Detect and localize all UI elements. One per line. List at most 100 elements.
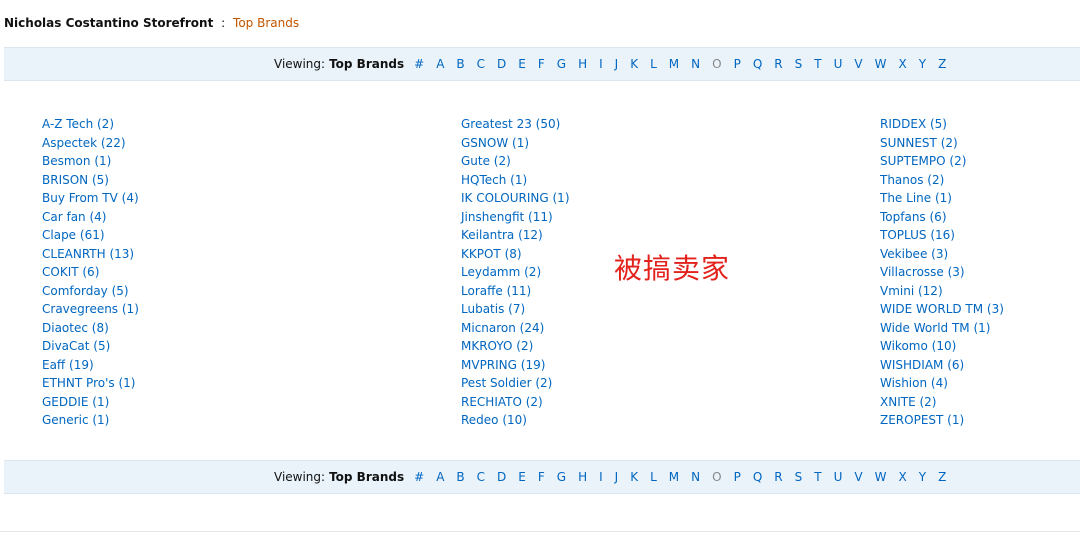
letter-link-k[interactable]: K <box>630 57 638 71</box>
brand-link[interactable]: WISHDIAM (6) <box>880 356 1004 375</box>
letter-link-f[interactable]: F <box>538 57 545 71</box>
letter-link-c[interactable]: C <box>477 57 485 71</box>
breadcrumb-current-link[interactable]: Top Brands <box>233 16 299 30</box>
brand-link[interactable]: Villacrosse (3) <box>880 263 1004 282</box>
brand-link[interactable]: Gute (2) <box>461 152 570 171</box>
letter-link-e[interactable]: E <box>518 470 526 484</box>
letter-link-t[interactable]: T <box>814 470 821 484</box>
letter-link-b[interactable]: B <box>456 57 464 71</box>
letter-link-w[interactable]: W <box>875 57 887 71</box>
brand-link[interactable]: Generic (1) <box>42 411 139 430</box>
brand-link[interactable]: COKIT (6) <box>42 263 139 282</box>
letter-link-hash[interactable]: # <box>414 57 424 71</box>
brand-link[interactable]: ETHNT Pro's (1) <box>42 374 139 393</box>
letter-link-u[interactable]: U <box>834 470 843 484</box>
letter-link-z[interactable]: Z <box>938 470 946 484</box>
brand-link[interactable]: KKPOT (8) <box>461 245 570 264</box>
brand-link[interactable]: Aspectek (22) <box>42 134 139 153</box>
brand-link[interactable]: DivaCat (5) <box>42 337 139 356</box>
letter-link-m[interactable]: M <box>669 57 679 71</box>
brand-link[interactable]: Pest Soldier (2) <box>461 374 570 393</box>
letter-link-r[interactable]: R <box>774 57 782 71</box>
letter-link-n[interactable]: N <box>691 470 700 484</box>
letter-link-x[interactable]: X <box>898 470 906 484</box>
letter-link-q[interactable]: Q <box>753 470 762 484</box>
letter-link-y[interactable]: Y <box>919 57 926 71</box>
letter-link-l[interactable]: L <box>650 57 657 71</box>
brand-link[interactable]: SUPTEMPO (2) <box>880 152 1004 171</box>
brand-link[interactable]: Vmini (12) <box>880 282 1004 301</box>
brand-link[interactable]: A-Z Tech (2) <box>42 115 139 134</box>
letter-link-m[interactable]: M <box>669 470 679 484</box>
letter-link-h[interactable]: H <box>578 470 587 484</box>
letter-link-g[interactable]: G <box>557 470 566 484</box>
brand-link[interactable]: Keilantra (12) <box>461 226 570 245</box>
brand-link[interactable]: Eaff (19) <box>42 356 139 375</box>
letter-link-r[interactable]: R <box>774 470 782 484</box>
letter-link-hash[interactable]: # <box>414 470 424 484</box>
letter-link-n[interactable]: N <box>691 57 700 71</box>
letter-link-e[interactable]: E <box>518 57 526 71</box>
brand-link[interactable]: BRISON (5) <box>42 171 139 190</box>
brand-link[interactable]: Redeo (10) <box>461 411 570 430</box>
letter-link-k[interactable]: K <box>630 470 638 484</box>
letter-link-j[interactable]: J <box>615 470 619 484</box>
letter-link-p[interactable]: P <box>734 470 741 484</box>
brand-link[interactable]: MKROYO (2) <box>461 337 570 356</box>
letter-link-x[interactable]: X <box>898 57 906 71</box>
letter-link-v[interactable]: V <box>854 57 862 71</box>
brand-link[interactable]: IK COLOURING (1) <box>461 189 570 208</box>
letter-link-g[interactable]: G <box>557 57 566 71</box>
brand-link[interactable]: RIDDEX (5) <box>880 115 1004 134</box>
brand-link[interactable]: GSNOW (1) <box>461 134 570 153</box>
brand-link[interactable]: Topfans (6) <box>880 208 1004 227</box>
brand-link[interactable]: Greatest 23 (50) <box>461 115 570 134</box>
letter-link-f[interactable]: F <box>538 470 545 484</box>
brand-link[interactable]: Leydamm (2) <box>461 263 570 282</box>
brand-link[interactable]: Wishion (4) <box>880 374 1004 393</box>
brand-link[interactable]: Diaotec (8) <box>42 319 139 338</box>
brand-link[interactable]: MVPRING (19) <box>461 356 570 375</box>
letter-link-c[interactable]: C <box>477 470 485 484</box>
brand-link[interactable]: WIDE WORLD TM (3) <box>880 300 1004 319</box>
brand-link[interactable]: Comforday (5) <box>42 282 139 301</box>
brand-link[interactable]: Micnaron (24) <box>461 319 570 338</box>
letter-link-j[interactable]: J <box>615 57 619 71</box>
brand-link[interactable]: RECHIATO (2) <box>461 393 570 412</box>
brand-link[interactable]: Car fan (4) <box>42 208 139 227</box>
letter-link-p[interactable]: P <box>734 57 741 71</box>
letter-link-y[interactable]: Y <box>919 470 926 484</box>
brand-link[interactable]: Vekibee (3) <box>880 245 1004 264</box>
letter-link-s[interactable]: S <box>795 57 803 71</box>
brand-link[interactable]: GEDDIE (1) <box>42 393 139 412</box>
brand-link[interactable]: Clape (61) <box>42 226 139 245</box>
letter-link-h[interactable]: H <box>578 57 587 71</box>
brand-link[interactable]: Buy From TV (4) <box>42 189 139 208</box>
letter-link-z[interactable]: Z <box>938 57 946 71</box>
brand-link[interactable]: Wikomo (10) <box>880 337 1004 356</box>
letter-link-w[interactable]: W <box>875 470 887 484</box>
letter-link-s[interactable]: S <box>795 470 803 484</box>
letter-link-i[interactable]: I <box>599 470 603 484</box>
brand-link[interactable]: Thanos (2) <box>880 171 1004 190</box>
brand-link[interactable]: Besmon (1) <box>42 152 139 171</box>
letter-link-l[interactable]: L <box>650 470 657 484</box>
letter-link-a[interactable]: A <box>436 470 444 484</box>
letter-link-d[interactable]: D <box>497 470 506 484</box>
letter-link-t[interactable]: T <box>814 57 821 71</box>
letter-link-q[interactable]: Q <box>753 57 762 71</box>
brand-link[interactable]: Jinshengfit (11) <box>461 208 570 227</box>
brand-link[interactable]: SUNNEST (2) <box>880 134 1004 153</box>
brand-link[interactable]: Loraffe (11) <box>461 282 570 301</box>
letter-link-i[interactable]: I <box>599 57 603 71</box>
letter-link-d[interactable]: D <box>497 57 506 71</box>
brand-link[interactable]: Cravegreens (1) <box>42 300 139 319</box>
brand-link[interactable]: XNITE (2) <box>880 393 1004 412</box>
brand-link[interactable]: Wide World TM (1) <box>880 319 1004 338</box>
letter-link-u[interactable]: U <box>834 57 843 71</box>
brand-link[interactable]: Lubatis (7) <box>461 300 570 319</box>
brand-link[interactable]: CLEANRTH (13) <box>42 245 139 264</box>
letter-link-a[interactable]: A <box>436 57 444 71</box>
brand-link[interactable]: TOPLUS (16) <box>880 226 1004 245</box>
letter-link-v[interactable]: V <box>854 470 862 484</box>
